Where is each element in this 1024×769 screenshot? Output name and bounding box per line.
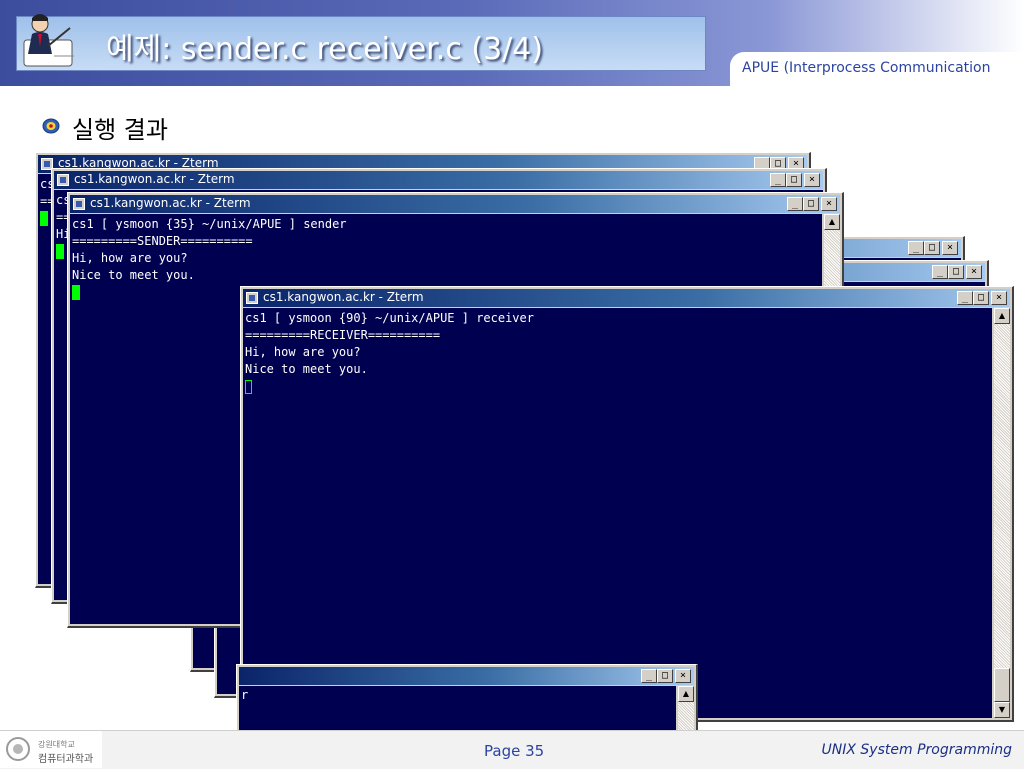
minimize-button[interactable]: _ [957, 291, 973, 305]
terminal-text: r [241, 687, 248, 704]
writing-man-icon [23, 14, 74, 67]
scroll-thumb[interactable] [994, 668, 1010, 702]
close-button[interactable]: × [942, 241, 958, 255]
maximize-button[interactable]: □ [657, 669, 673, 683]
minimize-button[interactable]: _ [787, 197, 803, 211]
window-title: cs1.kangwon.ac.kr - Zterm [74, 172, 235, 186]
window-titlebar[interactable]: _ □ × [239, 667, 694, 685]
bullet-heading: 실행 결과 [72, 116, 168, 144]
scroll-down-button[interactable]: ▼ [994, 702, 1010, 718]
terminal-line: =========RECEIVER========== [245, 328, 441, 342]
window-titlebar[interactable]: cs1.kangwon.ac.kr - Zterm _ □ × [70, 195, 840, 213]
scroll-up-button[interactable]: ▲ [678, 686, 694, 702]
terminal-cursor [245, 379, 252, 394]
receiver-terminal-window[interactable]: cs1.kangwon.ac.kr - Zterm _ □ × cs1 [ ys… [240, 286, 1014, 722]
maximize-button[interactable]: □ [803, 197, 819, 211]
course-title: UNIX System Programming [821, 742, 1012, 758]
vertical-scrollbar[interactable]: ▲ [678, 686, 694, 734]
terminal-cursor [72, 285, 80, 300]
maximize-button[interactable]: □ [786, 173, 802, 187]
university-emblem-icon [42, 118, 60, 134]
window-titlebar[interactable]: cs1.kangwon.ac.kr - Zterm _ □ × [54, 171, 823, 189]
terminal-area[interactable]: cs1 [ ysmoon {90} ~/unix/APUE ] receiver… [243, 308, 992, 718]
terminal-line: Hi, how are you? [245, 345, 361, 359]
slide-title: 예제: sender.c receiver.c (3/4) [106, 32, 544, 67]
terminal-line: =========SENDER========== [72, 234, 253, 248]
window-icon[interactable] [73, 198, 85, 210]
footer-department: 컴퓨터과학과 [38, 754, 94, 765]
close-button[interactable]: × [675, 669, 691, 683]
minimize-button[interactable]: _ [908, 241, 924, 255]
maximize-button[interactable]: □ [973, 291, 989, 305]
window-controls: _ □ × [957, 291, 1007, 305]
close-button[interactable]: × [804, 173, 820, 187]
window-titlebar[interactable]: cs1.kangwon.ac.kr - Zterm _ □ × [243, 289, 1010, 307]
close-button[interactable]: × [821, 197, 837, 211]
window-icon[interactable] [57, 174, 69, 186]
maximize-button[interactable]: □ [948, 265, 964, 279]
terminal-line: r [241, 688, 249, 702]
minimize-button[interactable]: _ [770, 173, 786, 187]
vertical-scrollbar[interactable]: ▲ ▼ [994, 308, 1010, 718]
minimize-button[interactable]: _ [641, 669, 657, 683]
terminal-cursor [40, 211, 48, 226]
window-controls: _ □ × [908, 241, 958, 255]
window-controls: _ □ × [787, 197, 837, 211]
window-icon[interactable] [246, 292, 258, 304]
window-title: cs1.kangwon.ac.kr - Zterm [263, 290, 424, 304]
window-controls: _ □ × [770, 173, 820, 187]
page-number: Page 35 [484, 742, 545, 760]
terminal-line: Nice to meet you. [72, 268, 195, 282]
terminal-area[interactable]: r [239, 686, 676, 734]
minimize-button[interactable]: _ [932, 265, 948, 279]
slide-subtitle: APUE (Interprocess Communication [742, 60, 991, 76]
window-title: cs1.kangwon.ac.kr - Zterm [90, 196, 251, 210]
terminal-cursor [56, 244, 64, 259]
footer-university: 강원대학교 [38, 740, 75, 749]
close-button[interactable]: × [991, 291, 1007, 305]
terminal-line: cs1 [ ysmoon {35} ~/unix/APUE ] sender [72, 217, 347, 231]
window-controls: _ □ × [932, 265, 982, 279]
maximize-button[interactable]: □ [924, 241, 940, 255]
close-button[interactable]: × [966, 265, 982, 279]
terminal-text: cs1 [ ysmoon {90} ~/unix/APUE ] receiver… [245, 310, 534, 395]
window-controls: _ □ × [641, 669, 691, 683]
terminal-line: cs1 [ ysmoon {90} ~/unix/APUE ] receiver [245, 311, 534, 325]
terminal-window-bottom[interactable]: _ □ × r ▲ [236, 664, 698, 734]
scroll-up-button[interactable]: ▲ [994, 308, 1010, 324]
scroll-up-button[interactable]: ▲ [824, 214, 840, 230]
terminal-line: Hi, how are you? [72, 251, 188, 265]
university-seal-icon [6, 737, 30, 761]
terminal-line: Nice to meet you. [245, 362, 368, 376]
